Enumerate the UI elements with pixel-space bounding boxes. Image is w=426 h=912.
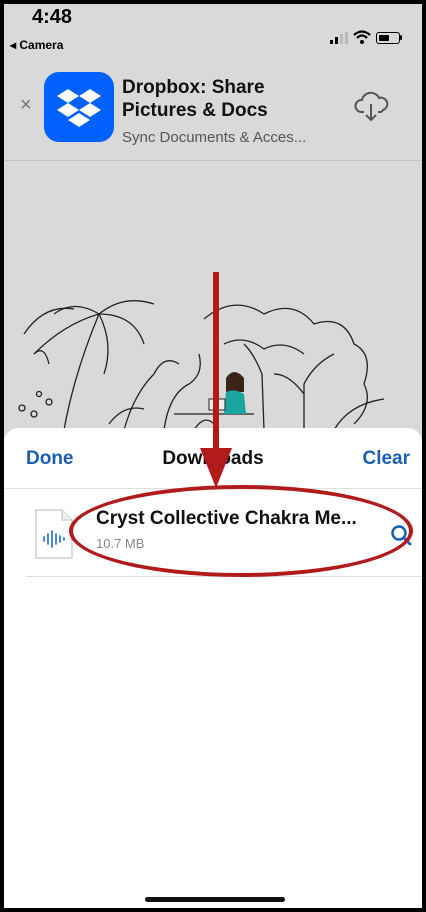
annotation-arrow-icon <box>200 272 232 488</box>
phone-screen: 4:48 ◂ Camera × Dropbox: Share Pictures … <box>4 4 422 908</box>
home-indicator <box>145 897 285 902</box>
